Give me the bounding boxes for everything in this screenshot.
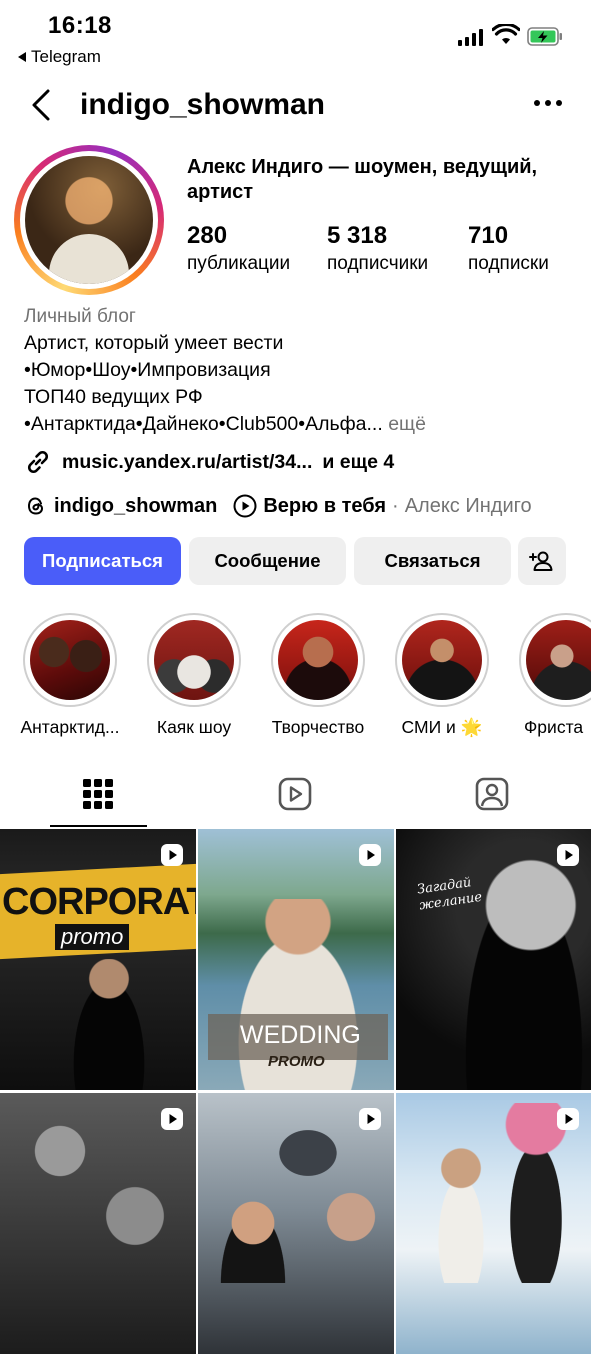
post-thumbnail[interactable] bbox=[396, 1093, 591, 1354]
profile-username: indigo_showman bbox=[80, 88, 326, 121]
more-options-icon[interactable] bbox=[534, 100, 562, 106]
music-title: Верю в тебя bbox=[263, 494, 387, 517]
back-to-telegram[interactable]: Telegram bbox=[18, 47, 101, 67]
highlight-cover bbox=[402, 620, 482, 700]
contact-button[interactable]: Связаться bbox=[354, 537, 511, 585]
highlight-cover bbox=[526, 620, 591, 700]
threads-handle: indigo_showman bbox=[54, 494, 218, 517]
profile-category: Личный блог bbox=[24, 306, 136, 327]
bio-line-last: •Антарктида•Дайнеко•Club500•Альфа... ещё bbox=[24, 413, 426, 436]
bio-line: Артист, который умеет вести bbox=[24, 332, 284, 354]
follow-button[interactable]: Подписаться bbox=[24, 537, 181, 585]
wifi-icon bbox=[492, 24, 520, 44]
tagged-icon[interactable] bbox=[474, 776, 510, 812]
reel-icon bbox=[557, 1108, 579, 1130]
post-thumbnail[interactable] bbox=[0, 1093, 196, 1354]
highlight-cover bbox=[154, 620, 234, 700]
highlight-item[interactable]: СМИ и 🌟 bbox=[394, 613, 490, 737]
highlight-item[interactable]: Творчество bbox=[270, 613, 366, 737]
message-button[interactable]: Сообщение bbox=[189, 537, 346, 585]
stat-following-label: подписки bbox=[468, 253, 549, 274]
threads-music-row: indigo_showman Верю в тебя · Алекс Индиг… bbox=[24, 494, 532, 518]
highlight-label: СМИ и 🌟 bbox=[401, 717, 483, 737]
status-time: 16:18 bbox=[48, 12, 112, 39]
person-add-icon bbox=[529, 551, 553, 571]
bio-line: •Юмор•Шоу•Импровизация bbox=[24, 359, 271, 381]
highlight-item[interactable]: Фриста bbox=[518, 613, 591, 737]
reel-icon bbox=[359, 1108, 381, 1130]
highlight-label: Антарктид... bbox=[20, 717, 120, 737]
back-arrow-icon bbox=[18, 52, 26, 62]
threads-badge[interactable]: indigo_showman bbox=[24, 494, 217, 518]
reels-icon[interactable] bbox=[277, 776, 313, 812]
link-icon bbox=[27, 450, 49, 474]
cellular-signal-icon bbox=[458, 28, 483, 46]
highlight-label: Каяк шоу bbox=[156, 717, 232, 737]
bio-line: ТОП40 ведущих РФ bbox=[24, 386, 203, 408]
battery-charging-icon bbox=[527, 27, 562, 46]
highlight-cover bbox=[30, 620, 110, 700]
stat-following-value: 710 bbox=[468, 222, 509, 249]
post-thumbnail[interactable]: CORPORATE promo bbox=[0, 829, 196, 1090]
highlight-cover bbox=[278, 620, 358, 700]
stat-posts-label: публикации bbox=[187, 253, 291, 274]
stat-followers[interactable]: 5 318 подписчики bbox=[327, 222, 428, 275]
highlight-label: Фриста bbox=[524, 717, 584, 737]
post-thumbnail[interactable]: Загадай желание bbox=[396, 829, 591, 1090]
profile-full-name: Алекс Индиго — шоумен, ведущий, артист bbox=[187, 156, 538, 203]
profile-link-url[interactable]: music.yandex.ru/artist/34... bbox=[62, 451, 312, 474]
reel-icon bbox=[161, 844, 183, 866]
post-thumbnail[interactable]: WEDDING PROMO bbox=[198, 829, 394, 1090]
play-circle-icon bbox=[233, 494, 257, 518]
bio-more-link[interactable]: ещё bbox=[388, 413, 426, 435]
profile-links[interactable]: music.yandex.ru/artist/34... и еще 4 bbox=[24, 448, 394, 476]
avatar bbox=[25, 156, 153, 284]
threads-icon bbox=[27, 497, 44, 515]
stat-followers-value: 5 318 bbox=[327, 222, 388, 249]
stat-posts-value: 280 bbox=[187, 222, 228, 249]
stat-following[interactable]: 710 подписки bbox=[468, 222, 549, 275]
post-title: WEDDING bbox=[240, 1021, 361, 1049]
reel-icon bbox=[359, 844, 381, 866]
highlight-label: Творчество bbox=[271, 717, 365, 737]
profile-music[interactable]: Верю в тебя bbox=[233, 494, 386, 518]
highlight-item[interactable]: Каяк шоу bbox=[146, 613, 242, 737]
post-subtitle: promo bbox=[55, 924, 130, 950]
stat-followers-label: подписчики bbox=[327, 253, 429, 274]
music-separator: · bbox=[392, 494, 399, 517]
post-title: CORPORATE bbox=[2, 881, 196, 923]
active-tab-indicator bbox=[50, 825, 147, 827]
post-subtitle: PROMO bbox=[268, 1053, 325, 1070]
post-thumbnail[interactable] bbox=[198, 1093, 394, 1354]
stat-posts[interactable]: 280 публикации bbox=[187, 222, 290, 275]
highlight-item[interactable]: Антарктид... bbox=[20, 613, 120, 737]
back-chevron-icon[interactable] bbox=[28, 88, 58, 122]
grid-icon[interactable] bbox=[80, 776, 116, 812]
music-artist: Алекс Индиго bbox=[404, 494, 532, 517]
bio-line: •Антарктида•Дайнеко•Club500•Альфа... bbox=[24, 413, 383, 435]
avatar-story-ring[interactable] bbox=[14, 145, 164, 295]
profile-link-more[interactable]: и еще 4 bbox=[322, 451, 394, 474]
back-app-label: Telegram bbox=[31, 47, 101, 66]
reel-icon bbox=[557, 844, 579, 866]
suggest-users-button[interactable] bbox=[518, 537, 566, 585]
reel-icon bbox=[161, 1108, 183, 1130]
